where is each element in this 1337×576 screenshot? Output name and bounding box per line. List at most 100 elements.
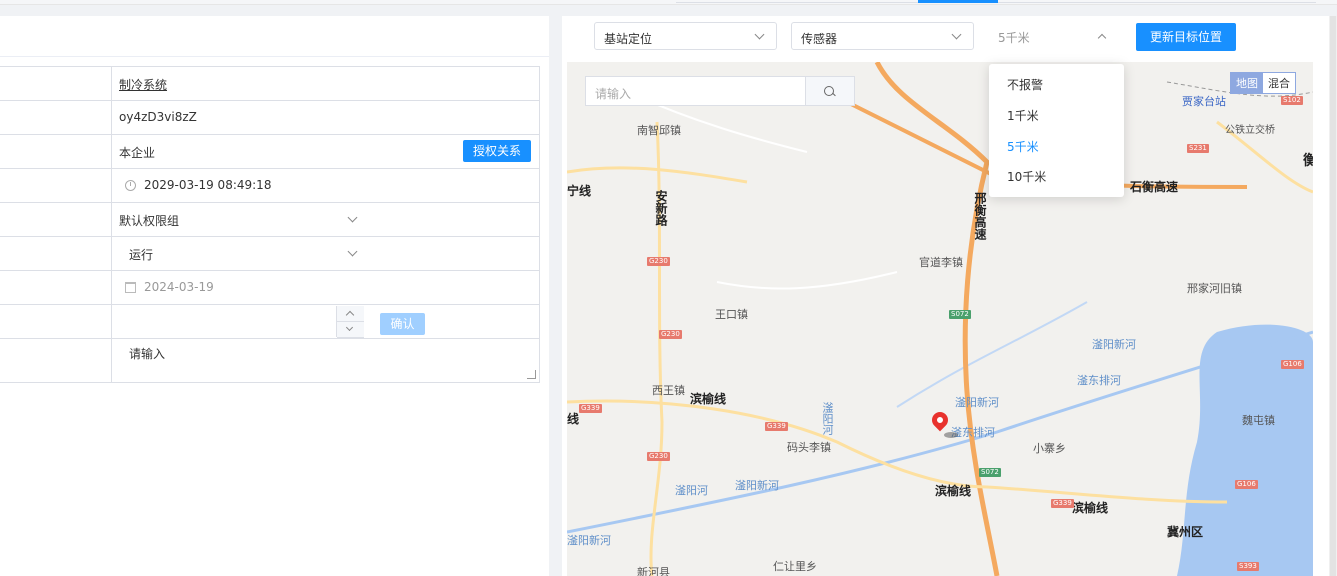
value-cell: 制冷系统 — [111, 67, 540, 100]
map-label-fuyanghe-2: 滏阳河 — [821, 402, 834, 435]
datetime-picker[interactable]: 2029-03-19 08:49:18 — [111, 169, 540, 202]
search-icon — [824, 86, 834, 96]
road-badge-s102: S102 — [1281, 96, 1303, 105]
map-label-xingheng: 邢衡高速 — [973, 192, 987, 240]
label-cell — [0, 67, 112, 100]
map-label-anxin: 安新路 — [654, 190, 668, 226]
map-label-heng: 衡 — [1303, 153, 1313, 169]
map-label-xinhe: 新河县 — [637, 566, 670, 576]
sensor-value: 传感器 — [801, 32, 838, 46]
page-scrollbar[interactable] — [1329, 16, 1337, 576]
status-value: 运行 — [129, 248, 154, 262]
road-badge-s231: S231 — [1187, 144, 1209, 153]
map-label-zoujia: 邢家河旧镇 — [1187, 282, 1242, 295]
road-badge-g339: G339 — [1051, 499, 1074, 508]
chevron-down-icon — [347, 246, 358, 257]
form-row-permission: 默认权限组 — [0, 203, 540, 237]
map-label-fuyang-1: 滏阳新河 — [1092, 338, 1136, 351]
enterprise-value: 本企业 — [119, 146, 156, 160]
map-label-xian: 线 — [567, 412, 580, 426]
map-type-map[interactable]: 地图 — [1231, 73, 1263, 93]
map-label-fuyang-3: 滏阳新河 — [735, 479, 779, 492]
value-cell: 本企业 授权关系 — [111, 135, 540, 168]
chevron-down-icon — [754, 29, 765, 40]
chevron-up-icon — [1097, 33, 1107, 43]
label-cell — [0, 203, 112, 236]
marker-shadow — [944, 432, 958, 438]
date-value: 2024-03-19 — [144, 280, 214, 294]
top-tab-bar — [0, 0, 1337, 5]
system-link[interactable]: 制冷系统 — [119, 76, 167, 93]
map-search-input[interactable]: 请输入 — [595, 85, 631, 102]
range-option-5km[interactable]: 5千米 — [1007, 138, 1039, 155]
map-search-button[interactable] — [805, 77, 854, 105]
map-label-wangkou: 王口镇 — [715, 308, 748, 321]
resize-handle[interactable] — [527, 370, 536, 379]
form-row-remark: 请输入 — [0, 339, 540, 383]
map-label-fudong-1: 滏东排河 — [1077, 374, 1121, 387]
road-badge-g339: G339 — [579, 404, 602, 413]
update-target-button[interactable]: 更新目标位置 — [1136, 23, 1236, 51]
map-label-shiheng: 石衡高速 — [1130, 180, 1179, 194]
chevron-down-icon — [345, 323, 354, 332]
map-label-binyu-3: 滨榆线 — [1072, 501, 1109, 515]
remark-textarea[interactable]: 请输入 — [111, 339, 540, 382]
chevron-up-icon — [345, 310, 355, 320]
stepper-up[interactable] — [337, 306, 364, 322]
road-badge-s072: S072 — [949, 310, 971, 319]
form-header — [0, 16, 549, 57]
road-minor-1 — [716, 271, 898, 290]
range-option-none[interactable]: 不报警 — [1007, 76, 1043, 93]
range-option-10km[interactable]: 10千米 — [1007, 168, 1046, 185]
road-badge-g339: G339 — [765, 422, 788, 431]
calendar-icon — [125, 282, 136, 293]
form-row-date: 2024-03-19 — [0, 271, 540, 305]
permission-group-value: 默认权限组 — [119, 214, 180, 228]
locate-mode-select[interactable]: 基站定位 — [594, 22, 777, 50]
sensor-select[interactable]: 传感器 — [791, 22, 974, 50]
number-stepper[interactable] — [336, 306, 364, 338]
map-type-hybrid[interactable]: 混合 — [1263, 73, 1295, 93]
map-label-guandao: 官道李镇 — [919, 256, 963, 269]
clock-icon — [125, 180, 136, 191]
label-cell — [0, 135, 112, 168]
label-cell — [0, 339, 112, 382]
range-select[interactable]: 5千米 — [989, 22, 1119, 50]
stepper-down[interactable] — [337, 322, 364, 338]
map-label-weitun: 魏屯镇 — [1242, 414, 1275, 427]
map-label-jizhou: 冀州区 — [1167, 525, 1204, 539]
auth-relation-button[interactable]: 授权关系 — [463, 140, 531, 162]
map-label-xiaozhai: 小寨乡 — [1033, 442, 1066, 455]
map-label-fuyanghe: 滏阳河 — [675, 484, 708, 497]
map-label-renrang: 仁让里乡 — [773, 560, 817, 573]
map-label-fuyang-4: 滏阳新河 — [567, 534, 611, 547]
road-badge-g106: G106 — [1281, 360, 1304, 369]
form-table: 制冷系统 oy4zD3vi8zZ 本企业 授权关系 2029-03-19 08:… — [0, 66, 540, 383]
map-type-switch: 地图 混合 — [1230, 72, 1296, 94]
map-search-box: 请输入 — [585, 76, 855, 106]
road-badge-g106: G106 — [1235, 480, 1258, 489]
permission-group-select[interactable]: 默认权限组 — [111, 203, 540, 236]
range-option-1km[interactable]: 1千米 — [1007, 107, 1039, 124]
remark-placeholder: 请输入 — [129, 347, 166, 361]
confirm-button[interactable]: 确认 — [380, 313, 425, 335]
road-badge-s072: S072 — [979, 468, 1001, 477]
date-picker[interactable]: 2024-03-19 — [111, 271, 540, 304]
scrollbar-thumb[interactable] — [1330, 16, 1336, 576]
map-canvas[interactable]: 南智邱镇 安新路 邢衡高速 官道李镇 王口镇 西王镇 滨榆线 滨榆线 滨榆线 码… — [567, 62, 1313, 576]
form-row-system: 制冷系统 — [0, 67, 540, 101]
map-label-fudong-2: 滏东排河 — [951, 426, 995, 439]
chevron-down-icon — [347, 212, 358, 223]
status-select[interactable]: 运行 — [111, 237, 540, 270]
map-label-binyu-1: 滨榆线 — [690, 392, 727, 406]
value-cell: oy4zD3vi8zZ — [111, 101, 540, 134]
map-label-gongtie: 公铁立交桥 — [1225, 125, 1275, 136]
map-label-matou: 码头李镇 — [787, 441, 831, 454]
form-row-status: 运行 — [0, 237, 540, 271]
label-cell — [0, 101, 112, 134]
active-tab-indicator — [918, 0, 998, 3]
map-panel: 基站定位 传感器 5千米 更新目标位置 南智邱镇 安新路 邢衡高速 官道李镇 王… — [562, 16, 1337, 576]
river-branch — [896, 301, 1088, 408]
device-form-panel: 制冷系统 oy4zD3vi8zZ 本企业 授权关系 2029-03-19 08:… — [0, 16, 549, 576]
form-row-datetime: 2029-03-19 08:49:18 — [0, 169, 540, 203]
